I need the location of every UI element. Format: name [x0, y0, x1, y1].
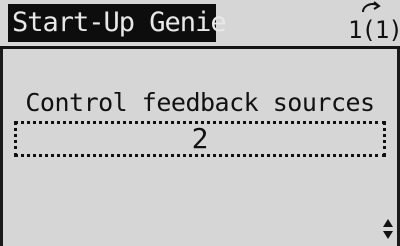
parameter-value-field[interactable]: 2: [14, 121, 386, 157]
status-page-number: 1(1): [348, 16, 400, 44]
up-down-arrows-icon: [383, 219, 393, 239]
display-screen: Start-Up Genie 1(1) Control feedback sou…: [0, 0, 400, 246]
menu-title: Start-Up Genie: [8, 4, 227, 42]
status-indicator: 1(1): [346, 1, 400, 44]
up-arrow-icon: [362, 1, 381, 13]
title-divider: [0, 46, 400, 49]
title-bar: Start-Up Genie 1(1): [0, 0, 400, 46]
parameter-value: 2: [191, 122, 209, 155]
parameter-label: Control feedback sources: [25, 88, 375, 117]
